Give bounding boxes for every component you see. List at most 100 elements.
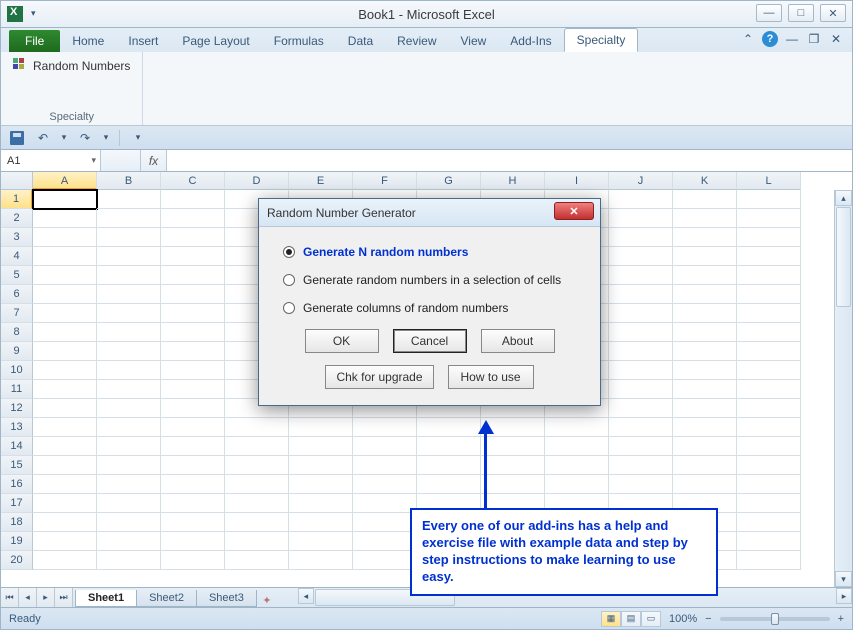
- cell-J6[interactable]: [609, 285, 673, 304]
- cell-B6[interactable]: [97, 285, 161, 304]
- cell-D17[interactable]: [225, 494, 289, 513]
- cell-A19[interactable]: [33, 532, 97, 551]
- cell-A14[interactable]: [33, 437, 97, 456]
- page-layout-view-button[interactable]: ▤: [621, 611, 641, 627]
- dialog-close-button[interactable]: ✕: [554, 202, 594, 220]
- cell-B7[interactable]: [97, 304, 161, 323]
- check-upgrade-button[interactable]: Chk for upgrade: [325, 365, 433, 389]
- cell-K1[interactable]: [673, 190, 737, 209]
- cell-A13[interactable]: [33, 418, 97, 437]
- cell-J15[interactable]: [609, 456, 673, 475]
- column-header-f[interactable]: F: [353, 172, 417, 190]
- cell-J14[interactable]: [609, 437, 673, 456]
- tab-review[interactable]: Review: [385, 30, 448, 52]
- formula-input[interactable]: [167, 150, 852, 171]
- row-header-20[interactable]: 20: [1, 551, 33, 570]
- row-header-8[interactable]: 8: [1, 323, 33, 342]
- row-header-17[interactable]: 17: [1, 494, 33, 513]
- column-header-d[interactable]: D: [225, 172, 289, 190]
- vertical-scrollbar[interactable]: [834, 190, 852, 587]
- row-header-11[interactable]: 11: [1, 380, 33, 399]
- cell-K11[interactable]: [673, 380, 737, 399]
- cell-E13[interactable]: [289, 418, 353, 437]
- cell-A1[interactable]: [33, 190, 97, 209]
- file-tab[interactable]: File: [9, 30, 60, 52]
- zoom-in-button[interactable]: +: [838, 613, 844, 625]
- ok-button[interactable]: OK: [305, 329, 379, 353]
- sheet-nav-prev[interactable]: [19, 588, 37, 607]
- cell-J8[interactable]: [609, 323, 673, 342]
- row-header-3[interactable]: 3: [1, 228, 33, 247]
- cell-L18[interactable]: [737, 513, 801, 532]
- cell-B8[interactable]: [97, 323, 161, 342]
- cell-C4[interactable]: [161, 247, 225, 266]
- cell-K8[interactable]: [673, 323, 737, 342]
- maximize-button[interactable]: □: [788, 4, 814, 22]
- cell-A7[interactable]: [33, 304, 97, 323]
- redo-dropdown[interactable]: [101, 129, 111, 147]
- tab-insert[interactable]: Insert: [116, 30, 170, 52]
- column-header-c[interactable]: C: [161, 172, 225, 190]
- row-header-18[interactable]: 18: [1, 513, 33, 532]
- cell-C7[interactable]: [161, 304, 225, 323]
- minimize-button[interactable]: —: [756, 4, 782, 22]
- cell-K15[interactable]: [673, 456, 737, 475]
- column-header-i[interactable]: I: [545, 172, 609, 190]
- cell-B19[interactable]: [97, 532, 161, 551]
- name-box[interactable]: A1: [1, 150, 101, 171]
- how-to-use-button[interactable]: How to use: [448, 365, 534, 389]
- cell-A15[interactable]: [33, 456, 97, 475]
- cell-F19[interactable]: [353, 532, 417, 551]
- cell-D14[interactable]: [225, 437, 289, 456]
- cell-K14[interactable]: [673, 437, 737, 456]
- random-numbers-button[interactable]: Random Numbers: [9, 56, 134, 76]
- cell-C10[interactable]: [161, 361, 225, 380]
- cell-J3[interactable]: [609, 228, 673, 247]
- row-header-6[interactable]: 6: [1, 285, 33, 304]
- about-button[interactable]: About: [481, 329, 555, 353]
- cell-J10[interactable]: [609, 361, 673, 380]
- cell-A17[interactable]: [33, 494, 97, 513]
- cell-B12[interactable]: [97, 399, 161, 418]
- cell-L16[interactable]: [737, 475, 801, 494]
- zoom-slider[interactable]: [720, 617, 830, 621]
- cell-K7[interactable]: [673, 304, 737, 323]
- zoom-knob[interactable]: [771, 613, 779, 625]
- tab-add-ins[interactable]: Add-Ins: [498, 30, 563, 52]
- cell-H15[interactable]: [481, 456, 545, 475]
- sheet-tab-2[interactable]: Sheet2: [136, 590, 197, 607]
- cell-L5[interactable]: [737, 266, 801, 285]
- row-header-9[interactable]: 9: [1, 342, 33, 361]
- cell-K2[interactable]: [673, 209, 737, 228]
- option-generate-selection[interactable]: Generate random numbers in a selection o…: [283, 273, 576, 287]
- cell-L6[interactable]: [737, 285, 801, 304]
- cell-B4[interactable]: [97, 247, 161, 266]
- tab-specialty[interactable]: Specialty: [564, 28, 639, 52]
- cell-L20[interactable]: [737, 551, 801, 570]
- page-break-view-button[interactable]: ▭: [641, 611, 661, 627]
- cell-H16[interactable]: [481, 475, 545, 494]
- cell-B1[interactable]: [97, 190, 161, 209]
- cell-I15[interactable]: [545, 456, 609, 475]
- row-header-16[interactable]: 16: [1, 475, 33, 494]
- qat-customize-dropdown[interactable]: [31, 8, 43, 20]
- cell-K6[interactable]: [673, 285, 737, 304]
- workbook-close-button[interactable]: ✕: [828, 31, 844, 47]
- select-all-corner[interactable]: [1, 172, 33, 190]
- cell-F17[interactable]: [353, 494, 417, 513]
- cell-J2[interactable]: [609, 209, 673, 228]
- column-header-g[interactable]: G: [417, 172, 481, 190]
- cell-F14[interactable]: [353, 437, 417, 456]
- zoom-out-button[interactable]: −: [705, 613, 711, 625]
- scroll-right-button[interactable]: [836, 588, 852, 604]
- scroll-up-button[interactable]: [835, 190, 852, 206]
- cell-A5[interactable]: [33, 266, 97, 285]
- cell-C2[interactable]: [161, 209, 225, 228]
- tab-data[interactable]: Data: [336, 30, 385, 52]
- cell-C15[interactable]: [161, 456, 225, 475]
- cell-B11[interactable]: [97, 380, 161, 399]
- sheet-nav-last[interactable]: ⏭: [55, 588, 73, 607]
- cell-J13[interactable]: [609, 418, 673, 437]
- help-icon[interactable]: ?: [762, 31, 778, 47]
- cell-L19[interactable]: [737, 532, 801, 551]
